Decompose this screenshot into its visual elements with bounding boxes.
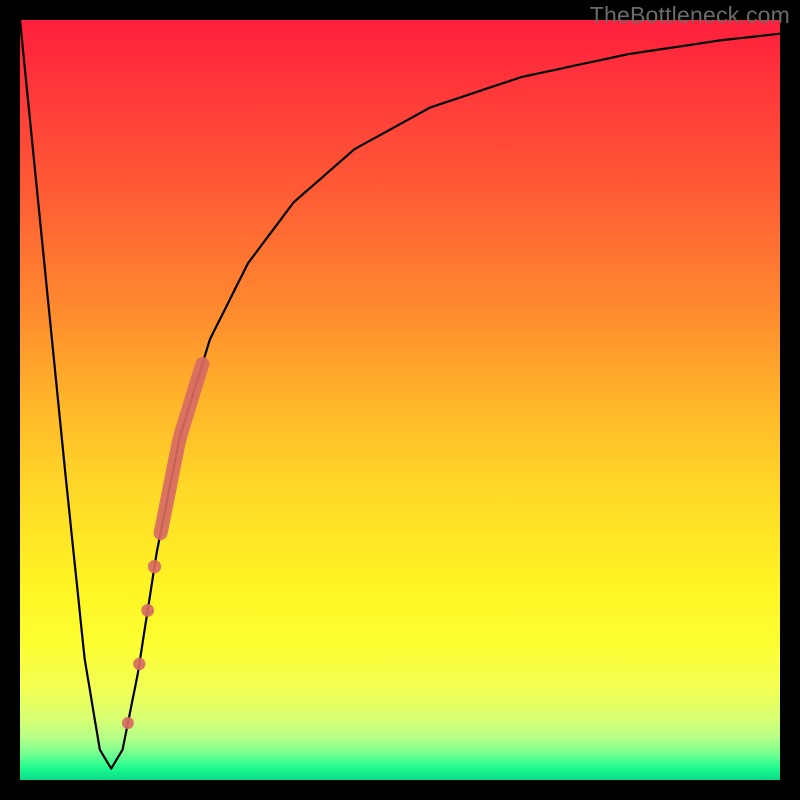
watermark-text: TheBottleneck.com — [590, 2, 790, 29]
highlight-dot — [122, 717, 134, 729]
highlight-dot — [141, 604, 154, 617]
chart-frame: TheBottleneck.com — [0, 0, 800, 800]
highlight-dot — [148, 560, 161, 573]
chart-svg — [20, 20, 780, 780]
bottleneck-curve — [20, 20, 780, 769]
highlight-dot — [133, 658, 145, 670]
chart-layer — [20, 20, 780, 769]
highlight-segment — [161, 364, 203, 533]
plot-area — [20, 20, 780, 780]
